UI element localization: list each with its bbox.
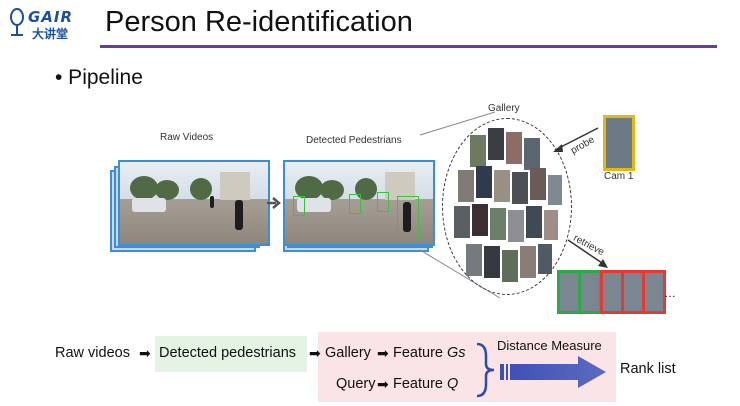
feature-gs-var: Gs — [447, 345, 466, 361]
pipeline-raw-videos: Raw videos — [55, 345, 130, 361]
distance-arrow-icon — [500, 356, 606, 388]
gallery-image — [538, 244, 552, 274]
rank-list-label: Rank list — [620, 361, 676, 377]
pipeline-feature-q: Feature Q — [393, 376, 459, 392]
pipeline-detected-pedestrians: Detected pedestrians — [159, 345, 297, 361]
brace-icon — [476, 342, 495, 398]
probe-image — [603, 115, 635, 171]
gallery-image — [472, 204, 488, 236]
gallery-image — [544, 210, 558, 240]
gallery-image — [530, 168, 546, 200]
gallery-image — [470, 135, 486, 167]
rank-image-nonmatch — [642, 270, 666, 314]
gallery-image — [466, 244, 482, 276]
gallery-image — [490, 208, 506, 240]
right-arrow-icon: ➡ — [309, 345, 321, 361]
gallery-image — [506, 132, 522, 164]
gallery-image — [484, 246, 500, 278]
right-arrow-icon: ➡ — [377, 376, 389, 392]
gallery-image — [454, 206, 470, 238]
gallery-image — [502, 250, 518, 282]
gallery-image — [488, 128, 504, 160]
pipeline-query: Query — [336, 376, 376, 392]
right-arrow-icon: ➡ — [377, 345, 389, 361]
cam-label: Cam 1 — [604, 171, 634, 182]
gallery-image — [458, 170, 474, 202]
gallery-image — [476, 166, 492, 198]
gallery-image — [508, 210, 524, 242]
pipeline-gallery: Gallery — [325, 345, 371, 361]
rank-image-match — [578, 270, 602, 314]
distance-measure-label: Distance Measure — [497, 338, 602, 353]
pipeline-feature-gs: Feature Gs — [393, 345, 466, 361]
feature-q-var: Q — [447, 376, 459, 392]
rank-ellipsis: … — [664, 286, 676, 300]
gallery-image — [494, 170, 510, 202]
gallery-label: Gallery — [488, 103, 520, 114]
gallery-image — [520, 246, 536, 278]
gallery-image — [524, 138, 540, 170]
gallery-image — [512, 172, 528, 204]
right-arrow-icon: ➡ — [139, 345, 151, 361]
gallery-image — [548, 175, 562, 205]
gallery-image — [526, 206, 542, 238]
